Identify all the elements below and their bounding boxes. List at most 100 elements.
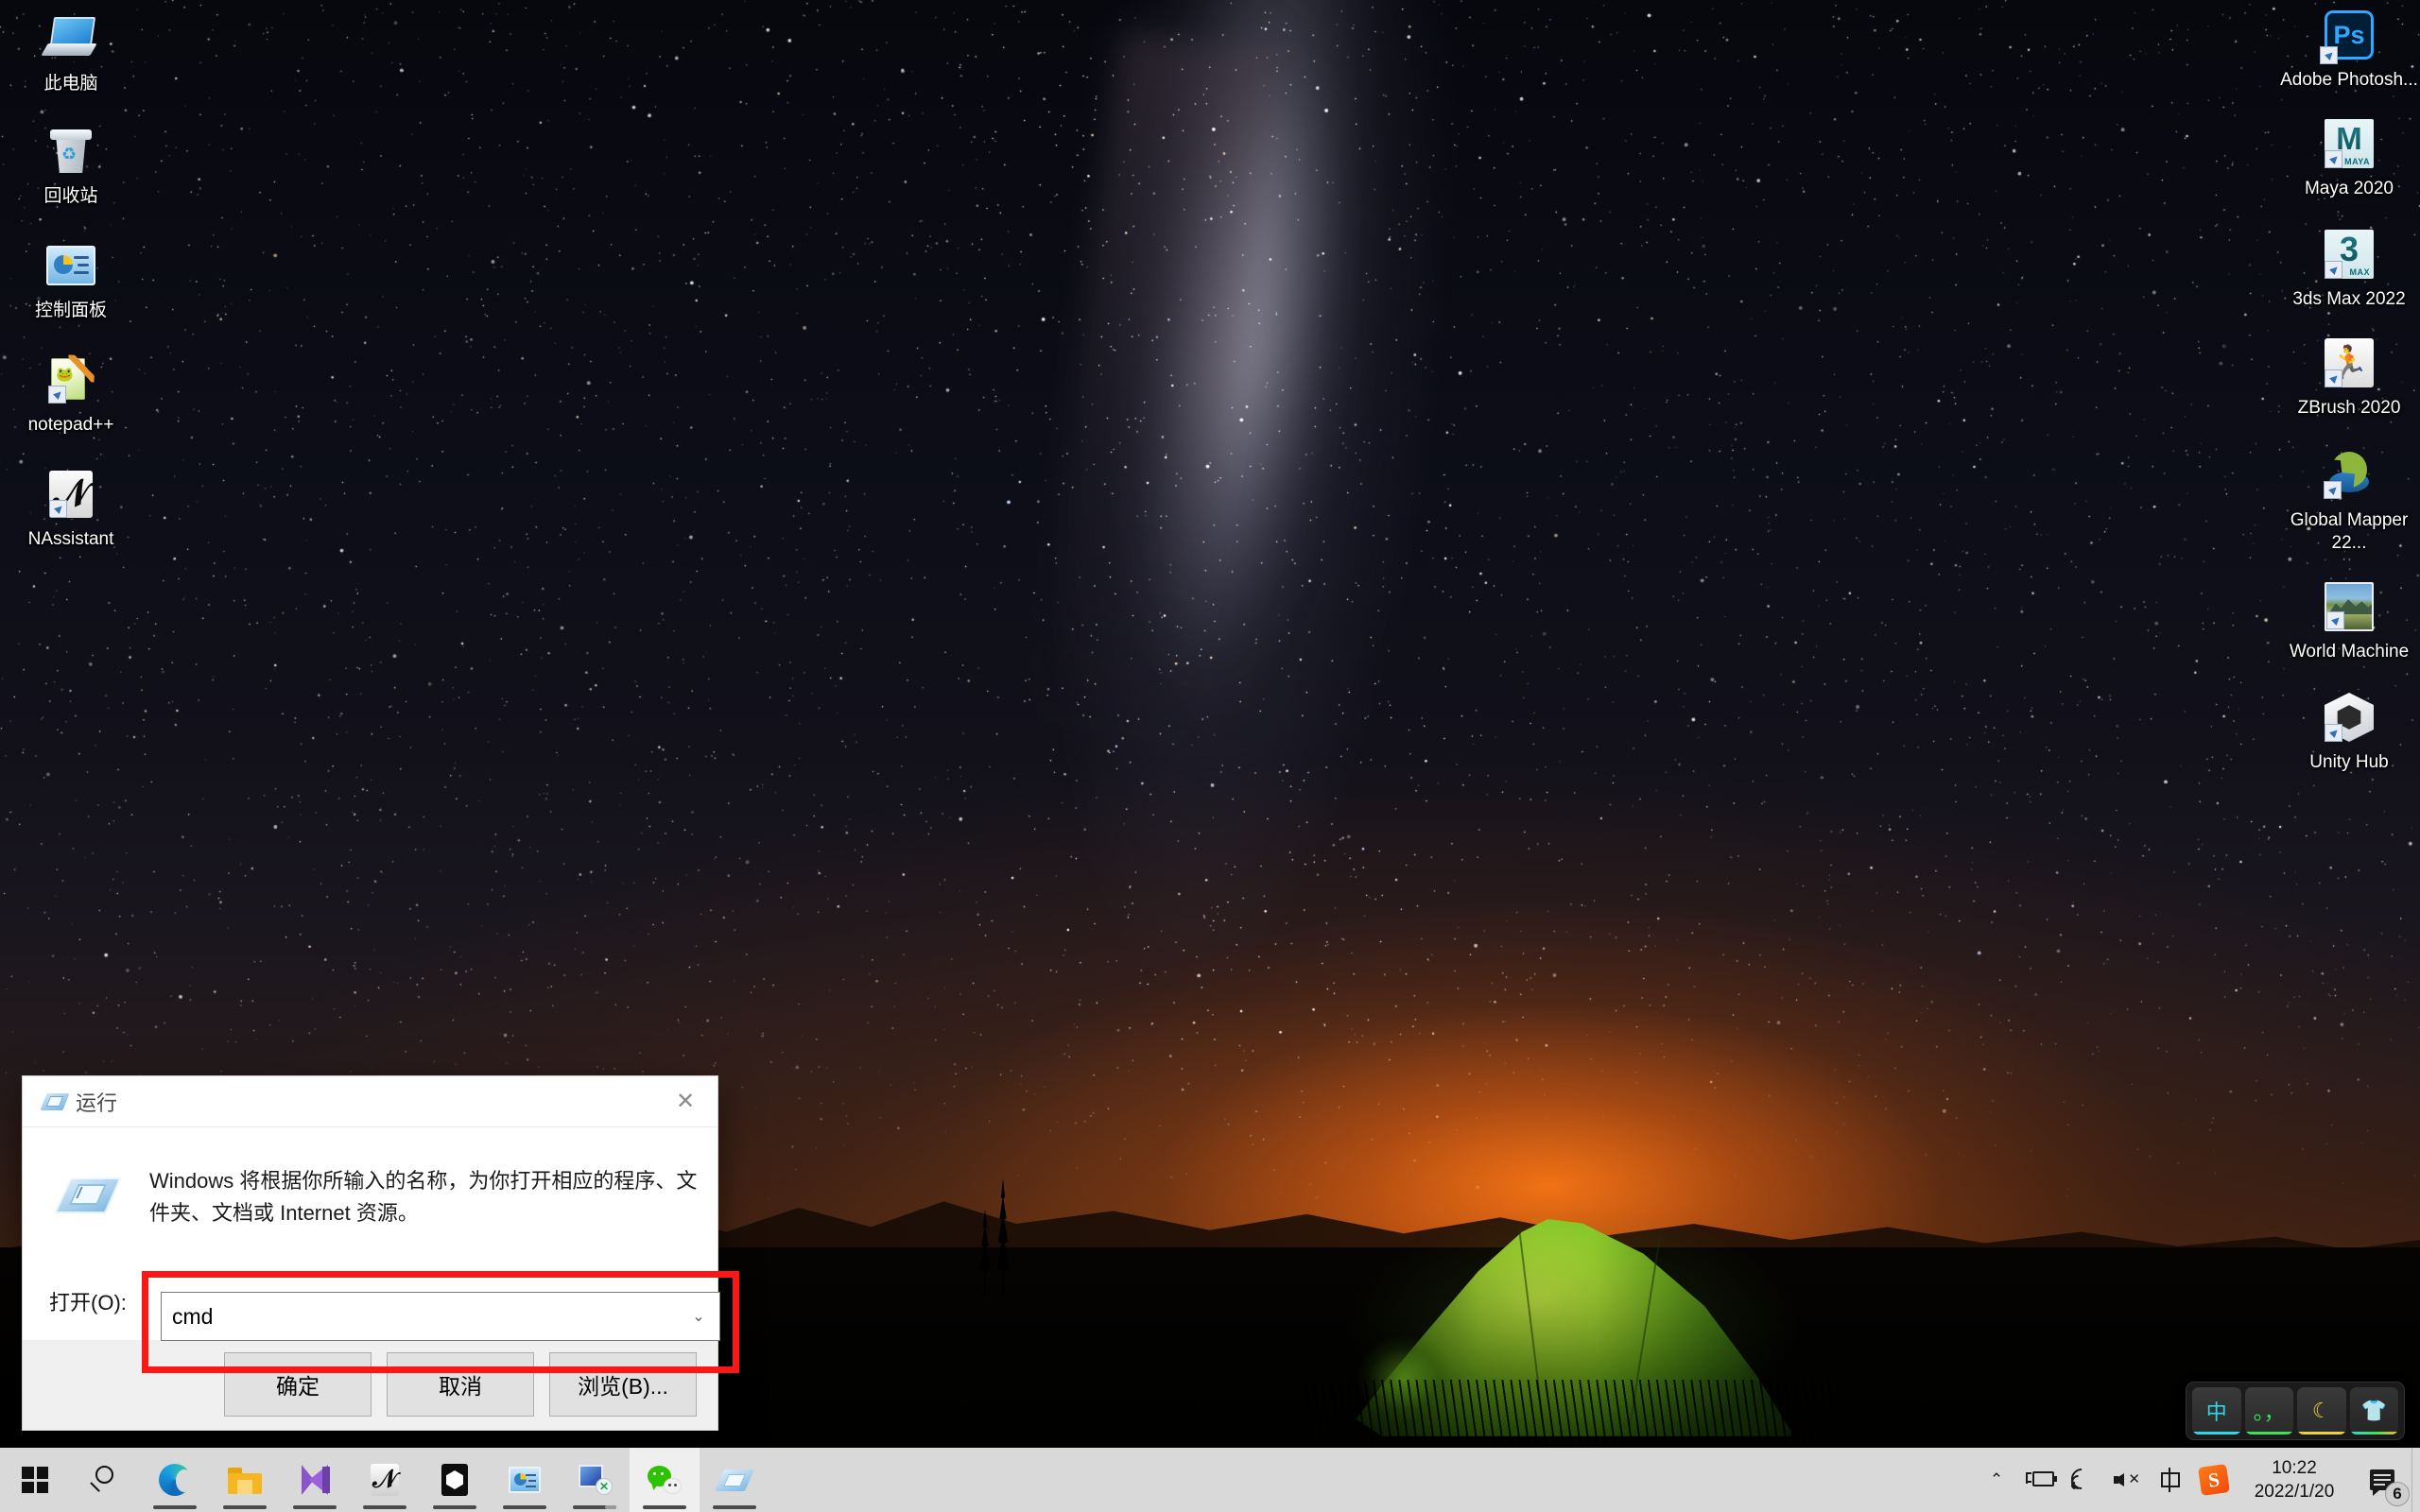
tray-network[interactable] xyxy=(2062,1448,2105,1512)
close-icon[interactable]: ✕ xyxy=(653,1076,717,1126)
tray-sogou[interactable]: S xyxy=(2192,1448,2236,1512)
tray-battery[interactable] xyxy=(2018,1448,2062,1512)
run-window-icon xyxy=(719,1468,750,1493)
desktop-icon-unity-hub[interactable]: Unity Hub xyxy=(2278,682,2420,774)
taskbar-clock[interactable]: 10:22 2022/1/20 xyxy=(2236,1448,2353,1512)
search-button[interactable] xyxy=(70,1448,140,1512)
run-large-window-icon xyxy=(62,1172,113,1217)
desktop-icon-column-right: Ps Adobe Photosh... MMAYA Maya 2020 3MAX… xyxy=(2278,0,2420,774)
start-button[interactable] xyxy=(0,1448,70,1512)
taskbar-spacer xyxy=(769,1448,1975,1512)
shortcut-arrow-icon xyxy=(2324,481,2342,499)
run-open-combobox[interactable]: ⌄ xyxy=(161,1292,720,1341)
desktop-icon-label: notepad++ xyxy=(28,414,114,437)
shortcut-arrow-icon xyxy=(2325,261,2342,279)
desktop-icon-label: Global Mapper 22... xyxy=(2280,509,2418,555)
taskbar-edge[interactable] xyxy=(140,1448,210,1512)
maya-icon: MMAYA xyxy=(2320,114,2378,173)
desktop-icon-label: 此电脑 xyxy=(43,73,97,95)
taskbar-run[interactable] xyxy=(700,1448,769,1512)
taskbar[interactable]: 𝒩 ✕ xyxy=(0,1448,2420,1512)
desktop-icon-world-machine[interactable]: World Machine xyxy=(2278,572,2420,663)
desktop-icon-notepad-plus-plus[interactable]: 🐸 notepad++ xyxy=(0,345,142,437)
taskbar-control-panel[interactable] xyxy=(490,1448,560,1512)
notepad-plus-plus-icon: 🐸 xyxy=(42,351,100,409)
run-dialog[interactable]: 运行 ✕ Windows 将根据你所输入的名称，为你打开相应的程序、文件夹、文档… xyxy=(23,1076,717,1430)
visual-studio-icon xyxy=(300,1465,330,1495)
run-open-input[interactable] xyxy=(162,1304,678,1330)
shortcut-arrow-icon xyxy=(2325,150,2342,168)
desktop-icon-3ds-max[interactable]: 3MAX 3ds Max 2022 xyxy=(2278,219,2420,311)
desktop-icon-this-pc[interactable]: 此电脑 xyxy=(0,4,142,95)
wifi-icon xyxy=(2071,1470,2096,1489)
global-mapper-icon xyxy=(2320,446,2378,505)
world-machine-icon xyxy=(2320,577,2378,636)
chinese-mode-key[interactable]: 中 xyxy=(2192,1387,2241,1435)
shortcut-arrow-icon xyxy=(49,500,67,518)
chinese-ime-icon xyxy=(2158,1468,2183,1492)
unity-icon xyxy=(441,1464,468,1496)
run-dialog-body: Windows 将根据你所输入的名称，为你打开相应的程序、文件夹、文档或 Int… xyxy=(23,1127,717,1340)
run-open-label: 打开(O): xyxy=(49,1286,127,1316)
desktop-icon-label: 回收站 xyxy=(43,185,97,208)
desktop-icon-label: NAssistant xyxy=(28,528,114,551)
desktop-icon-label: Maya 2020 xyxy=(2305,178,2394,200)
punctuation-mode-key[interactable]: 。， xyxy=(2245,1387,2294,1435)
clock-time: 10:22 xyxy=(2272,1456,2317,1480)
file-explorer-icon xyxy=(228,1466,262,1494)
shortcut-arrow-icon xyxy=(2320,46,2338,64)
clock-date: 2022/1/20 xyxy=(2255,1480,2335,1503)
desktop-icon-label: 3ds Max 2022 xyxy=(2292,288,2405,311)
desktop-icon-maya[interactable]: MMAYA Maya 2020 xyxy=(2278,109,2420,200)
run-window-icon xyxy=(43,1091,66,1112)
taskbar-file-explorer[interactable] xyxy=(210,1448,280,1512)
zbrush-icon: 🏃 xyxy=(2320,334,2378,392)
wallpaper-conifer-trees xyxy=(974,1155,1059,1297)
unity-hub-icon xyxy=(2320,688,2378,747)
search-icon xyxy=(91,1466,119,1494)
sogou-ime-status-bar[interactable]: 中 。， ☾ 👕 xyxy=(2186,1382,2405,1440)
run-dialog-title: 运行 xyxy=(76,1087,117,1117)
desktop-icon-nassistant[interactable]: 𝒩 NAssistant xyxy=(0,459,142,551)
tray-ime[interactable] xyxy=(2149,1448,2192,1512)
taskbar-nassistant[interactable]: 𝒩 xyxy=(350,1448,420,1512)
desktop-icon-label: Adobe Photosh... xyxy=(2280,69,2418,92)
recycle-bin-icon: ♻ xyxy=(42,122,100,180)
skin-key[interactable]: 👕 xyxy=(2350,1387,2399,1435)
tray-volume[interactable]: ✕ xyxy=(2105,1448,2149,1512)
desktop-icon-label: Unity Hub xyxy=(2309,751,2388,774)
run-open-row: 打开(O): ⌄ xyxy=(23,1271,717,1337)
taskbar-wechat[interactable] xyxy=(630,1448,700,1512)
wechat-icon xyxy=(648,1466,682,1494)
microsoft-edge-icon xyxy=(159,1464,191,1496)
run-dialog-titlebar[interactable]: 运行 ✕ xyxy=(23,1076,717,1127)
desktop-icon-adobe-photoshop[interactable]: Ps Adobe Photosh... xyxy=(2278,0,2420,92)
shortcut-arrow-icon xyxy=(2326,611,2344,629)
desktop-icon-recycle-bin[interactable]: ♻ 回收站 xyxy=(0,116,142,208)
action-center-button[interactable]: 6 xyxy=(2353,1448,2411,1512)
notification-count-badge: 6 xyxy=(2385,1482,2410,1506)
this-pc-icon xyxy=(42,9,100,68)
sogou-input-icon: S xyxy=(2198,1464,2230,1496)
chevron-down-icon[interactable]: ⌄ xyxy=(678,1293,719,1340)
taskbar-app-list: 𝒩 ✕ xyxy=(0,1448,769,1512)
tray-show-hidden-icons[interactable]: ⌃ xyxy=(1975,1448,2018,1512)
taskbar-unity[interactable] xyxy=(420,1448,490,1512)
windows-logo-icon xyxy=(22,1467,48,1493)
shortcut-arrow-icon xyxy=(2325,369,2342,387)
wallpaper-grass xyxy=(1305,1380,1834,1446)
desktop-icon-control-panel[interactable]: 控制面板 xyxy=(0,231,142,322)
desktop-icon-global-mapper[interactable]: Global Mapper 22... xyxy=(2278,440,2420,555)
desktop-icon-label: World Machine xyxy=(2290,641,2409,663)
control-panel-icon xyxy=(42,236,100,295)
desktop-icon-label: 控制面板 xyxy=(35,300,107,322)
shortcut-arrow-icon xyxy=(48,386,66,404)
night-mode-key[interactable]: ☾ xyxy=(2297,1387,2346,1435)
taskbar-visual-studio[interactable] xyxy=(280,1448,350,1512)
taskbar-remote-desktop[interactable]: ✕ xyxy=(560,1448,630,1512)
volume-muted-icon: ✕ xyxy=(2114,1470,2140,1489)
run-dialog-description: Windows 将根据你所输入的名称，为你打开相应的程序、文件夹、文档或 Int… xyxy=(149,1165,698,1229)
show-desktop-button[interactable] xyxy=(2411,1448,2420,1512)
desktop-icon-zbrush[interactable]: 🏃 ZBrush 2020 xyxy=(2278,328,2420,420)
desktop[interactable]: 此电脑 ♻ 回收站 控制面板 🐸 notepad++ 𝒩 xyxy=(0,0,2420,1512)
